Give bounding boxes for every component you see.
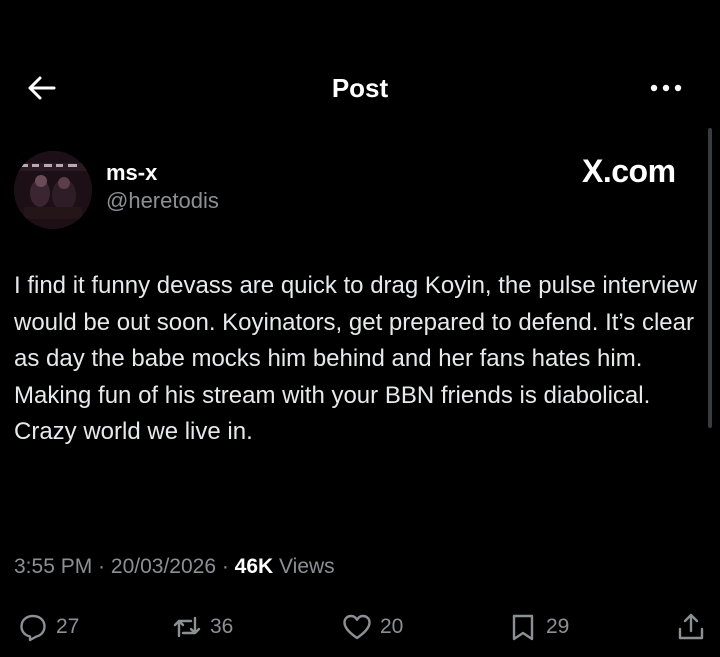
heart-icon: [343, 614, 371, 640]
bookmark-count: 29: [546, 615, 570, 638]
brand-watermark: X.com: [582, 153, 676, 189]
bookmark-icon: [512, 614, 534, 641]
scrollbar[interactable]: [708, 128, 712, 428]
meta-separator: ·: [92, 555, 111, 578]
repost-icon: [173, 616, 201, 638]
post-time[interactable]: 3:55 PM: [14, 555, 92, 578]
bookmark-button[interactable]: 29: [508, 610, 569, 644]
reply-icon: [20, 614, 46, 642]
more-button[interactable]: [646, 76, 686, 100]
avatar[interactable]: [14, 151, 92, 229]
more-horizontal-icon: [650, 84, 682, 92]
views-count: 46K: [234, 555, 274, 578]
post-meta: 3:55 PM · 20/03/2026 · 46K Views: [14, 552, 335, 582]
post-date[interactable]: 20/03/2026: [111, 555, 216, 578]
post-text: I find it funny devass are quick to drag…: [14, 272, 698, 445]
repost-button[interactable]: 36: [172, 610, 233, 644]
like-count: 20: [380, 615, 404, 638]
author-name[interactable]: ms-x: [106, 160, 157, 186]
share-icon: [678, 613, 704, 640]
meta-separator: ·: [216, 555, 235, 578]
reply-button[interactable]: 27: [18, 610, 79, 644]
page-title: Post: [331, 73, 389, 103]
avatar-image: [14, 151, 92, 229]
author-handle[interactable]: @heretodis: [106, 187, 219, 215]
like-button[interactable]: 20: [342, 610, 403, 644]
share-button[interactable]: [676, 610, 706, 644]
repost-count: 36: [210, 615, 234, 638]
reply-count: 27: [56, 615, 80, 638]
views-label: Views: [279, 555, 335, 578]
